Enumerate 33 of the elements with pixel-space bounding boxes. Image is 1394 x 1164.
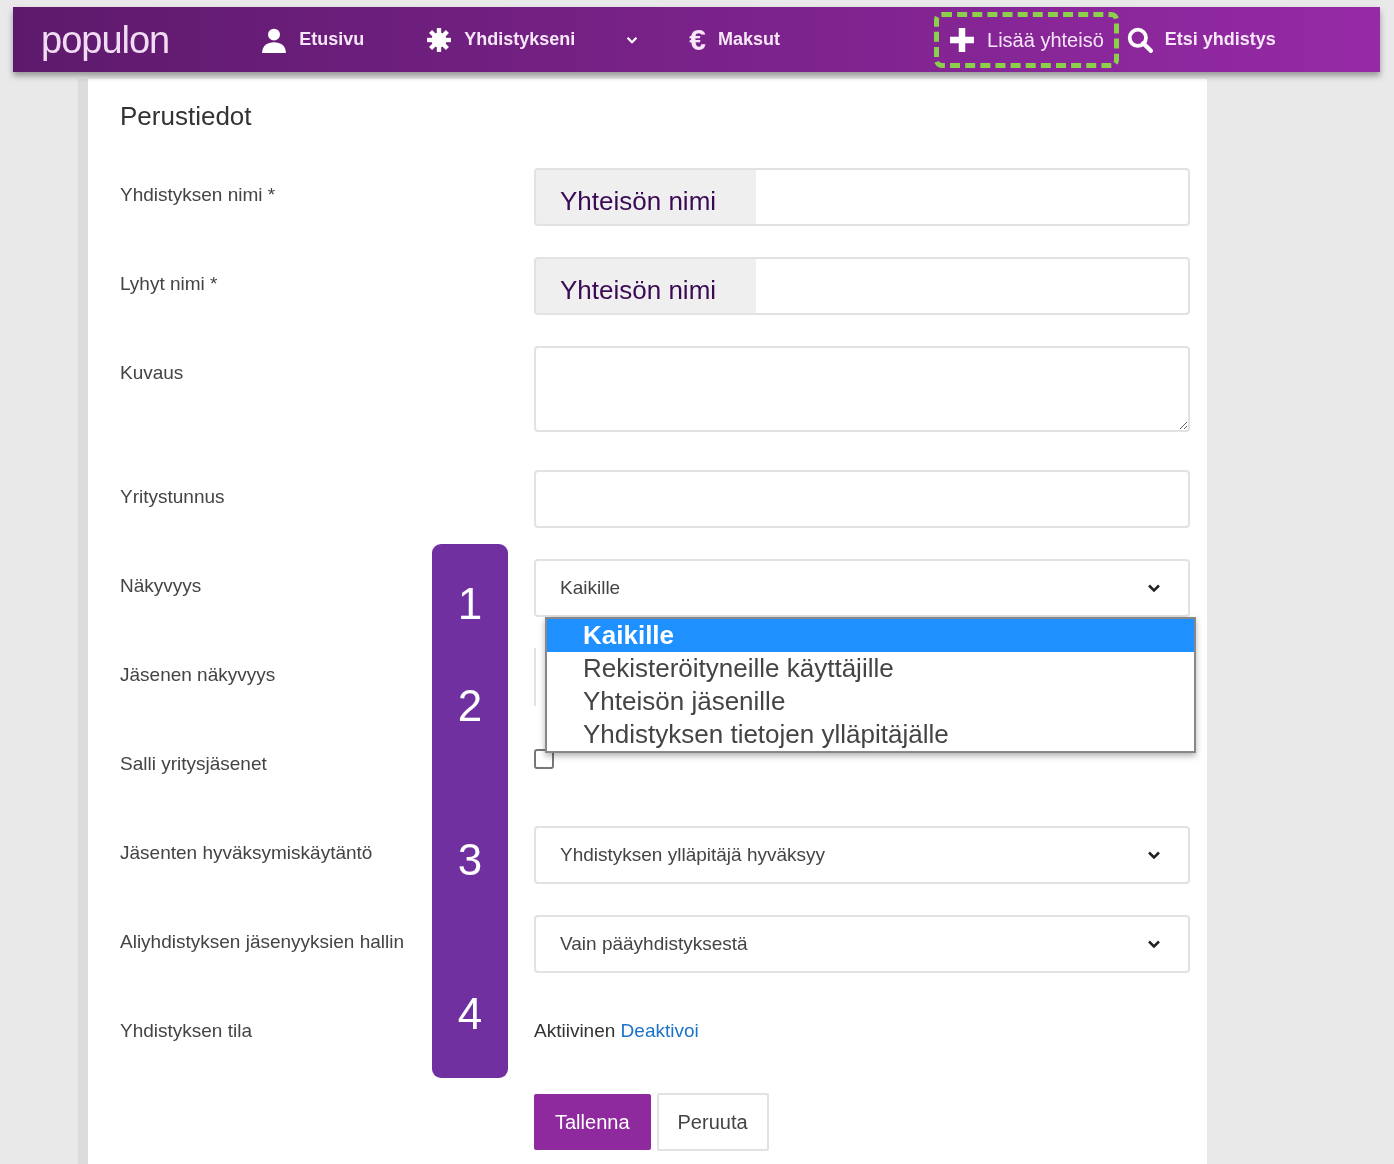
step-number: 1	[457, 582, 483, 626]
save-button[interactable]: Tallenna	[534, 1094, 651, 1151]
field-label: Salli yritysjäsenet	[120, 752, 267, 777]
select-field[interactable]: Yhdistyksen ylläpitäjä hyväksyy	[534, 826, 1190, 885]
field-label: Aliyhdistyksen jäsenyyksien hallin	[120, 930, 405, 955]
logo[interactable]: populon	[41, 20, 170, 59]
dropdown-option[interactable]: Rekisteröityneille käyttäjille	[547, 652, 1194, 686]
step-number: 4	[457, 992, 483, 1036]
nav-link[interactable]: Etsi yhdistys	[1118, 16, 1284, 63]
field-label: Lyhyt nimi *	[120, 272, 218, 297]
input-field[interactable]: Yhteisön nimi	[534, 257, 1190, 316]
field-label: Yritystunnus	[120, 485, 225, 510]
status-text: Aktiivinen	[534, 1020, 616, 1042]
field-label: Jäsenten hyväksymiskäytäntö	[120, 841, 373, 866]
nav-link[interactable]: Lisää yhteisö	[934, 11, 1119, 68]
deactivate-link[interactable]: Deaktivoi	[620, 1020, 699, 1042]
step-number: 3	[457, 838, 483, 882]
field-label: Yhdistyksen nimi *	[120, 183, 276, 208]
cancel-button[interactable]: Peruuta	[656, 1093, 769, 1152]
nav-link[interactable]: Yhdistykseni	[418, 16, 584, 63]
dropdown-option[interactable]: Yhdistyksen tietojen ylläpitäjälle	[547, 718, 1194, 752]
input-field[interactable]: Yhteisön nimi	[534, 168, 1190, 227]
section-title: Perustiedot	[120, 101, 253, 133]
step-number: 2	[457, 684, 483, 728]
field-label: Kuvaus	[120, 361, 184, 386]
nav-link[interactable]: € Maksut	[681, 14, 788, 65]
euro-icon: €	[689, 24, 706, 55]
field-label: Yhdistyksen tila	[120, 1019, 252, 1044]
nav-link[interactable]: Etusivu	[253, 16, 373, 63]
select-field[interactable]: Vain pääyhdistyksestä	[534, 915, 1190, 974]
field-label: Näkyvyys	[120, 574, 202, 599]
dropdown-option[interactable]: Yhteisön jäsenille	[547, 685, 1194, 719]
field-label: Jäsenen näkyvyys	[120, 663, 276, 688]
